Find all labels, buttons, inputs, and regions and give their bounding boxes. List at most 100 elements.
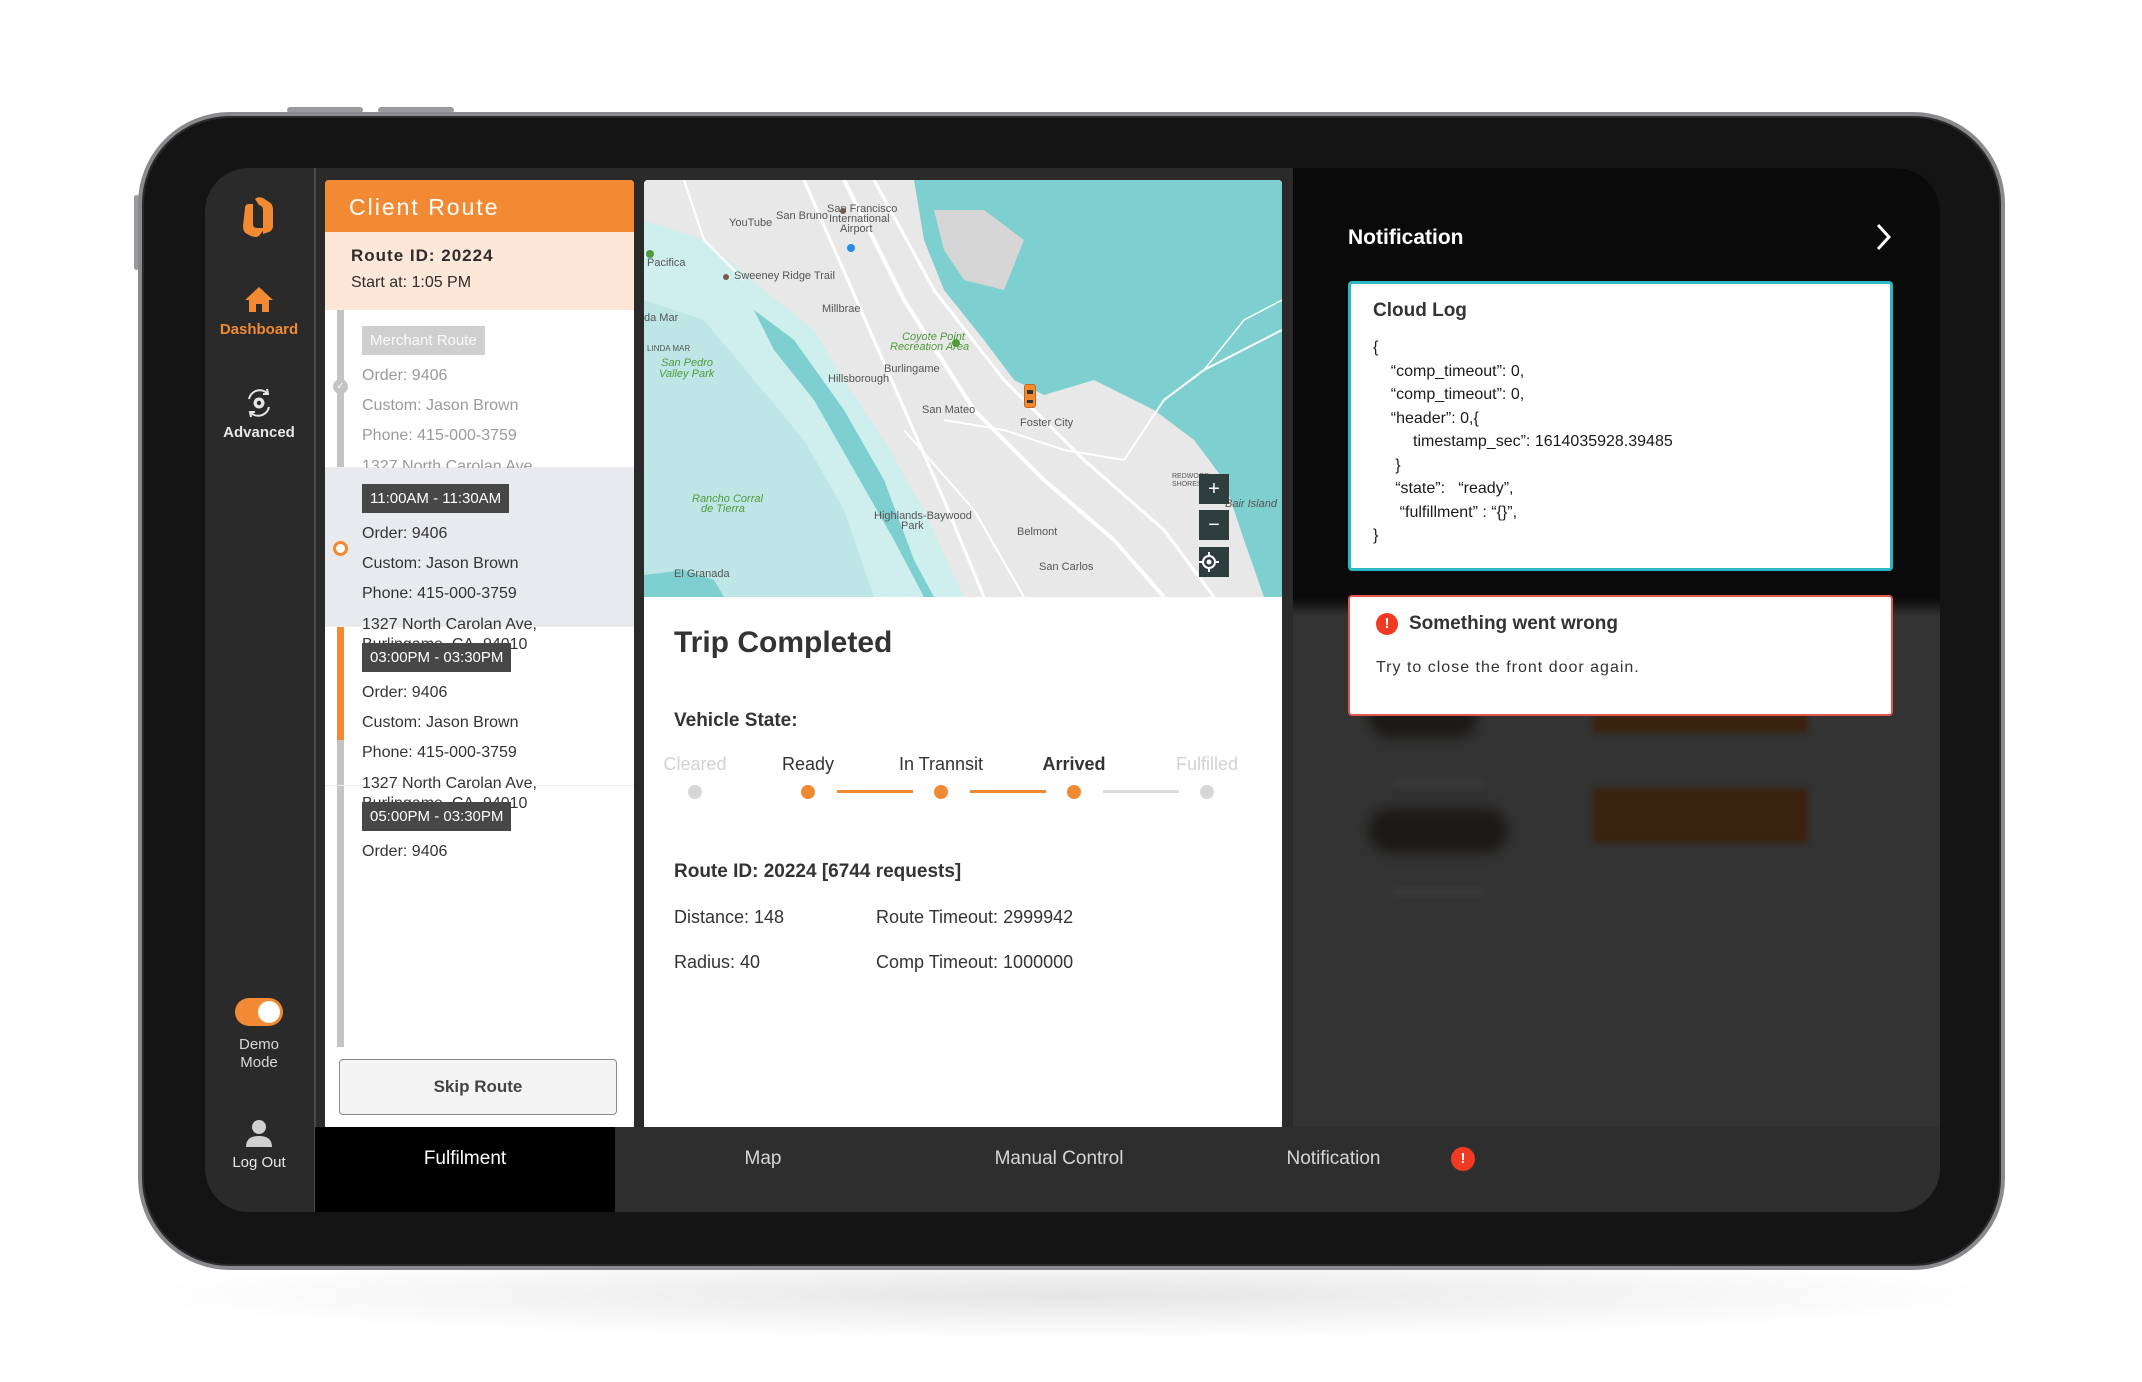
stop-phone: Phone: 415-000-3759	[362, 744, 517, 761]
home-icon	[245, 287, 273, 312]
map-label: Park	[901, 520, 924, 532]
demo-mode-toggle[interactable]	[235, 998, 283, 1026]
stop-tag: 11:00AM - 11:30AM	[362, 484, 510, 513]
map-label: Foster City	[1020, 417, 1074, 429]
demo-mode-control: Demo Mode	[205, 998, 313, 1072]
state-label-ready: Ready	[781, 754, 835, 774]
sidebar-item-advanced[interactable]: Advanced	[205, 386, 313, 441]
tab-notification[interactable]: Notification !	[1207, 1127, 1475, 1212]
skip-route-area: Skip Route	[325, 1047, 634, 1127]
stop-tag: 03:00PM - 03:30PM	[362, 643, 512, 672]
notification-panel: Notification Cloud Log { “comp_timeout”:…	[1293, 168, 1940, 1127]
zoom-in-button[interactable]: +	[1199, 474, 1229, 504]
notification-alert-badge-icon: !	[1451, 1147, 1475, 1171]
stop-order: Order: 9406	[362, 684, 448, 701]
map-label: San Carlos	[1039, 561, 1094, 573]
sidebar-item-label: Dashboard	[219, 321, 299, 338]
log-line: }	[1373, 456, 1401, 474]
stop-item[interactable]: 11:00AM - 11:30AM Order: 9406 Custom: Ja…	[325, 468, 634, 653]
state-dot-ready	[801, 785, 815, 799]
log-line: “comp_timeout”: 0,	[1373, 386, 1525, 403]
blurred-text	[1393, 778, 1483, 786]
tab-label: Notification	[1286, 1148, 1381, 1169]
map-label: Airport	[840, 223, 873, 235]
stop-order: Order: 9406	[362, 367, 448, 384]
stop-list[interactable]: Merchant Route Order: 9406 Custom: Jason…	[325, 310, 634, 1047]
map-label: San Mateo	[922, 404, 976, 416]
stop-phone: Phone: 415-000-3759	[362, 427, 517, 444]
state-connector	[837, 790, 913, 793]
map-label: Sweeney Ridge Trail	[734, 270, 835, 282]
cloud-log-card: Cloud Log { “comp_timeout”: 0, “comp_tim…	[1348, 281, 1893, 571]
stop-item[interactable]: 05:00PM - 03:30PM Order: 9406	[325, 786, 634, 877]
map-canvas	[644, 180, 1282, 597]
log-line: “header”: 0,{	[1373, 409, 1479, 427]
error-alert-title: Something went wrong	[1409, 613, 1618, 634]
route-timeout-stat: Route Timeout: 2999942	[876, 907, 1074, 927]
cloud-log-title: Cloud Log	[1373, 300, 1467, 321]
log-line: “fulfillment” : “{}”,	[1373, 503, 1518, 521]
skip-route-button[interactable]: Skip Route	[339, 1059, 617, 1115]
comp-timeout-stat: Comp Timeout: 1000000	[876, 952, 1074, 972]
stop-order: Order: 9406	[362, 843, 448, 860]
error-alert-header: ! Something went wrong	[1376, 613, 1865, 635]
bottom-tab-bar: Fulfilment Map Manual Control Notificati…	[315, 1127, 1940, 1212]
locate-button[interactable]	[1199, 547, 1229, 577]
route-start-time: Start at: 1:05 PM	[351, 274, 472, 291]
airport-icon	[847, 244, 855, 252]
sidebar-item-dashboard[interactable]: Dashboard	[205, 283, 313, 338]
toggle-knob	[258, 1001, 280, 1023]
map-label: Millbrae	[822, 303, 861, 315]
stop-item[interactable]: Merchant Route Order: 9406 Custom: Jason…	[325, 310, 634, 495]
brand-logo-icon	[243, 197, 273, 237]
log-line: “comp_timeout”: 0,	[1373, 362, 1525, 380]
zoom-out-button[interactable]: −	[1199, 510, 1229, 540]
state-dot-in-transit	[934, 785, 948, 799]
error-alert-message: Try to close the front door again.	[1376, 659, 1640, 676]
error-alert-card: ! Something went wrong Try to close the …	[1348, 595, 1893, 716]
map-label: Burlingame	[884, 363, 940, 375]
state-dot-arrived	[1067, 785, 1081, 799]
trip-panel: San Francisco International Airport YouT…	[644, 180, 1282, 1127]
tab-manual-control[interactable]: Manual Control	[911, 1127, 1207, 1212]
notification-title: Notification	[1348, 226, 1464, 249]
stop-order: Order: 9406	[362, 525, 448, 542]
tab-map[interactable]: Map	[615, 1127, 911, 1212]
sidebar-item-label: Advanced	[223, 424, 295, 441]
state-label-cleared: Cleared	[663, 754, 727, 774]
demo-mode-label-line2: Mode	[240, 1054, 278, 1071]
state-label-arrived: Arrived	[1042, 754, 1106, 774]
gear-refresh-icon	[248, 388, 270, 418]
map-view[interactable]: San Francisco International Airport YouT…	[644, 180, 1282, 597]
client-route-panel: Client Route Route ID: 20224 Start at: 1…	[325, 180, 634, 1127]
stop-customer: Custom: Jason Brown	[362, 555, 519, 572]
stop-customer: Custom: Jason Brown	[362, 397, 519, 414]
map-label: LINDA MAR	[647, 344, 691, 353]
distance-stat: Distance: 148	[674, 907, 785, 927]
trip-status-title: Trip Completed	[674, 626, 893, 659]
check-icon: ✓	[333, 379, 348, 394]
user-icon	[246, 1120, 272, 1147]
tab-fulfilment[interactable]: Fulfilment	[315, 1127, 615, 1212]
radius-stat: Radius: 40	[674, 952, 761, 972]
map-label: REDWOOD SHORES	[1172, 473, 1210, 488]
map-label: Pacifica	[647, 257, 686, 269]
map-label: Recreation Area	[890, 341, 970, 353]
state-connector	[1103, 790, 1179, 793]
blurred-text	[1393, 888, 1483, 896]
sidebar: Dashboard Advanced Demo Mode Log Out	[205, 168, 313, 1212]
stop-item[interactable]: 03:00PM - 03:30PM Order: 9406 Custom: Ja…	[325, 627, 634, 812]
car-icon[interactable]	[1024, 384, 1036, 408]
log-line: {	[1373, 339, 1379, 356]
logout-label: Log Out	[232, 1154, 286, 1171]
map-label: San Bruno	[776, 210, 828, 222]
tab-label: Manual Control	[994, 1148, 1124, 1169]
map-label: Valley Park	[659, 368, 715, 380]
logout-button[interactable]: Log Out	[205, 1118, 313, 1171]
blurred-vehicle-image	[1368, 808, 1508, 853]
chevron-right-icon[interactable]	[1869, 220, 1899, 254]
stop-customer: Custom: Jason Brown	[362, 714, 519, 731]
state-label-in-transit: In Trannsit	[898, 754, 984, 774]
state-dot-fulfilled	[1200, 785, 1214, 799]
map-label: Hillsborough	[828, 373, 890, 385]
